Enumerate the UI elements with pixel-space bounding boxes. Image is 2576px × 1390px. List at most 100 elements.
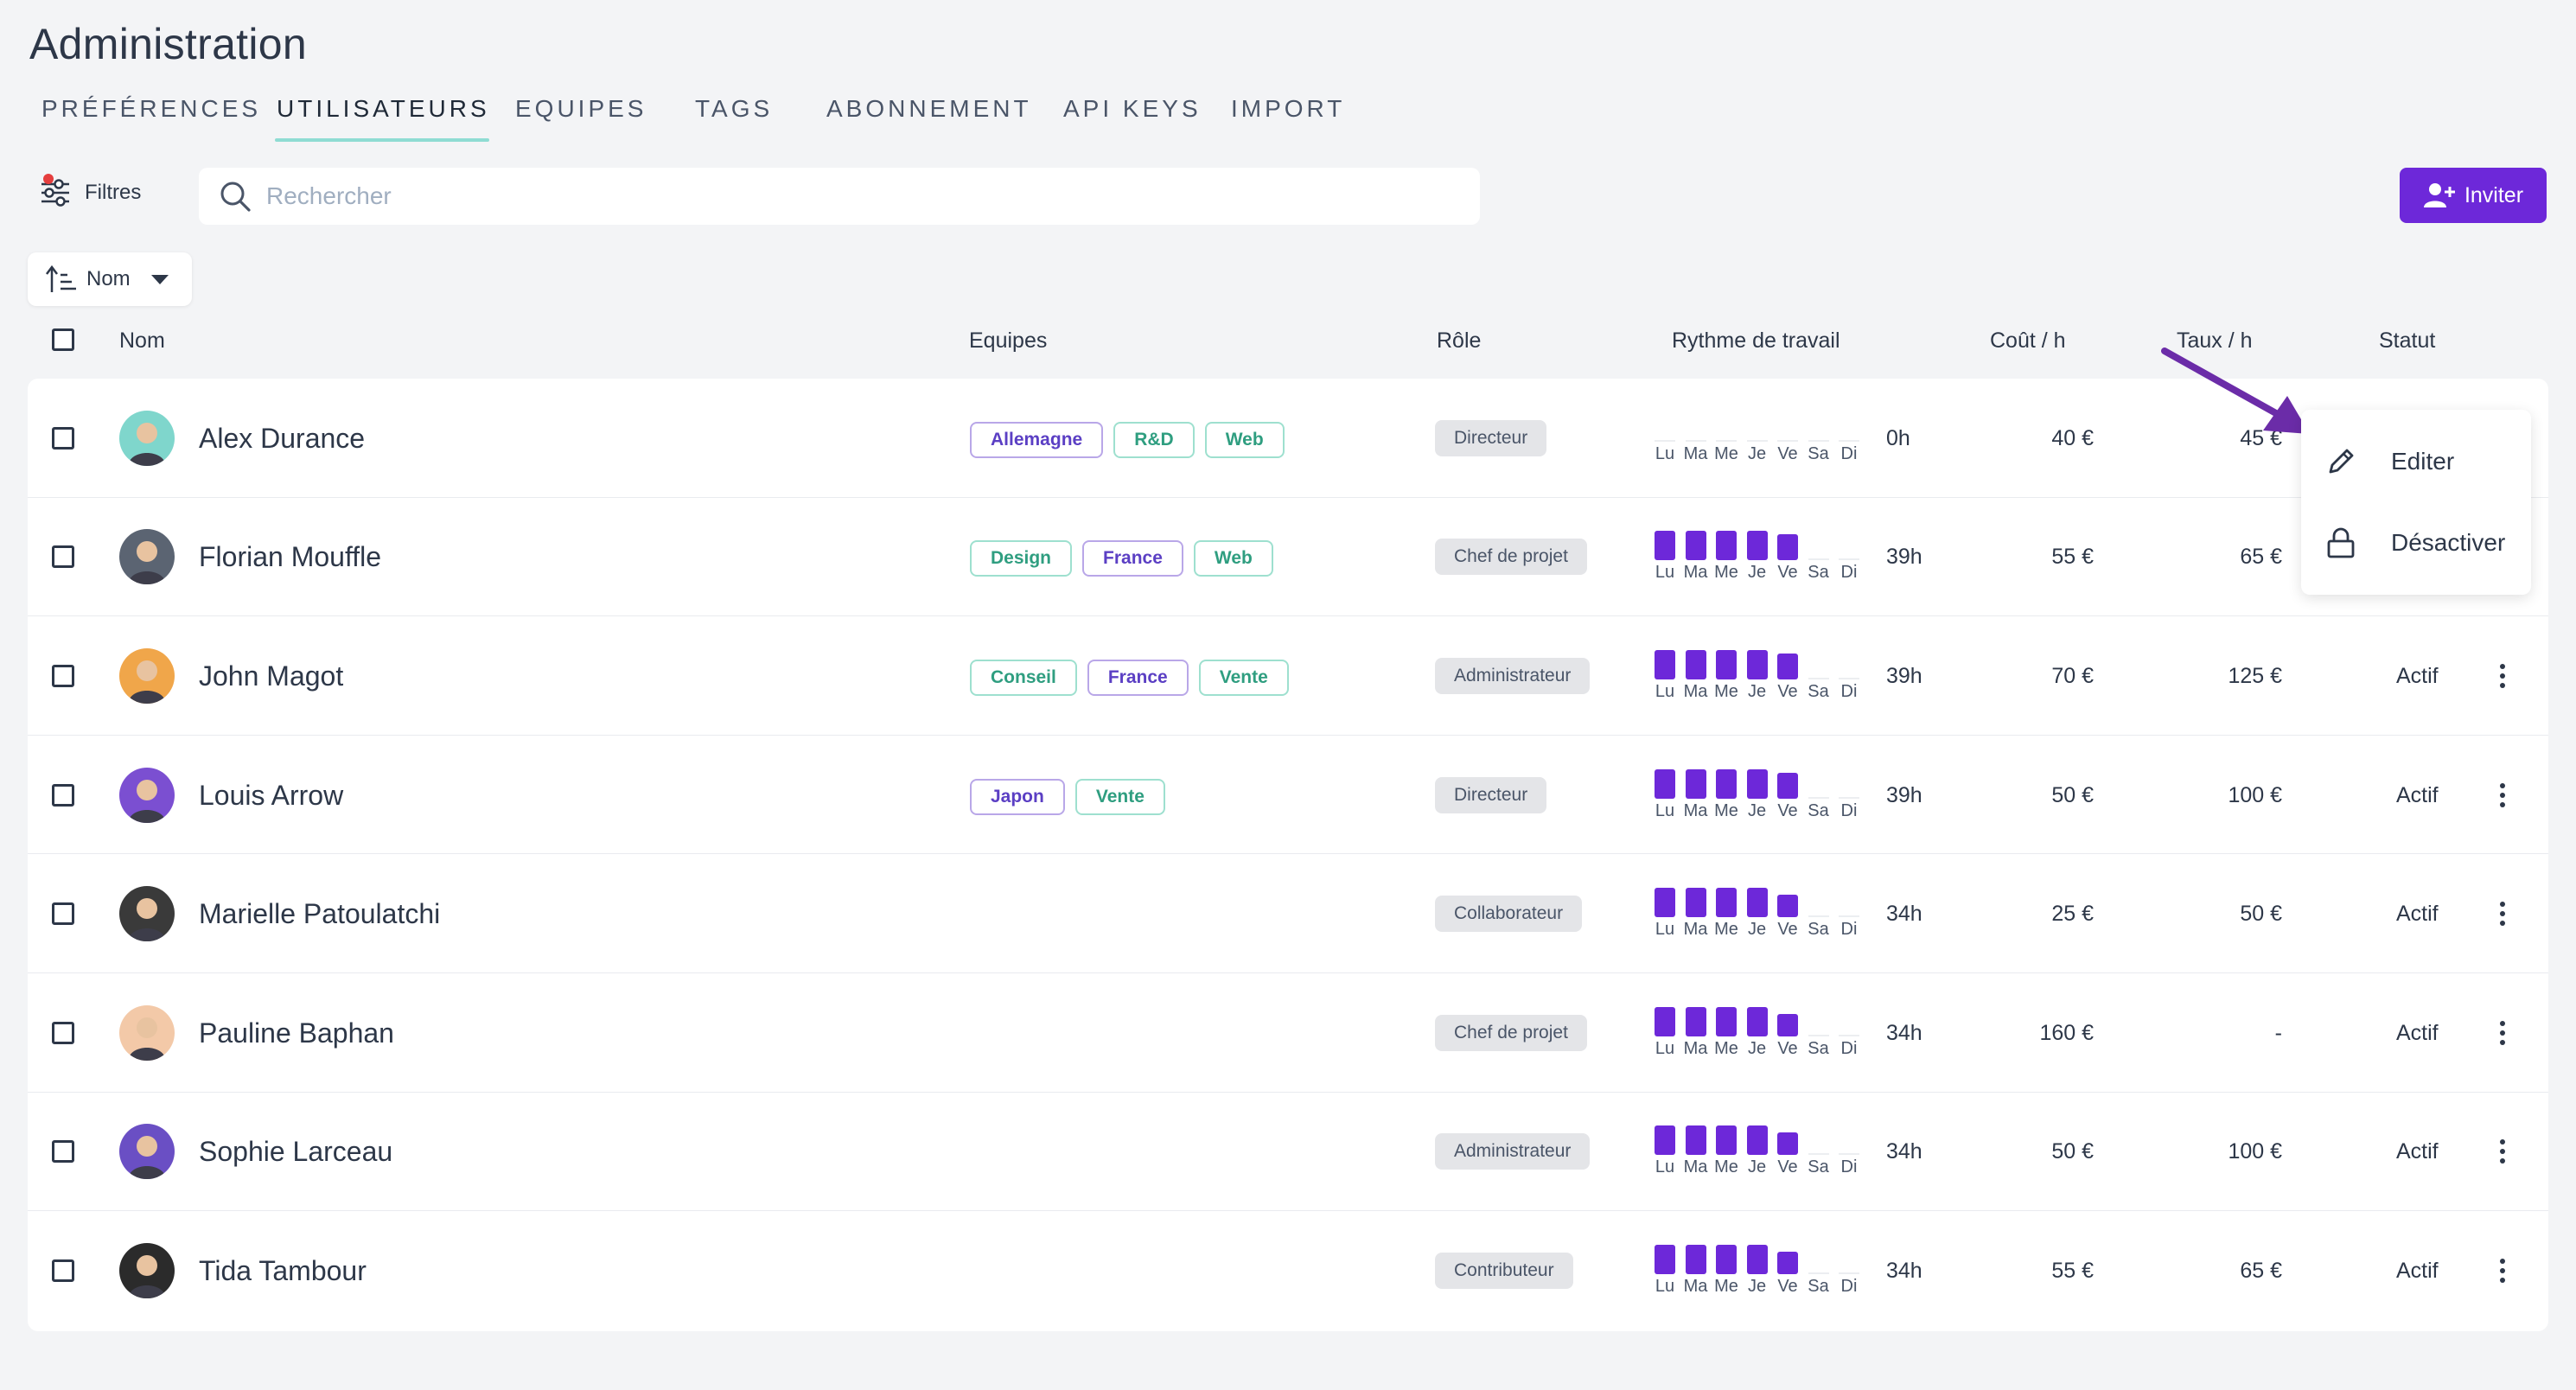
rhythm-bar [1808, 1272, 1829, 1274]
user-name[interactable]: Louis Arrow [199, 780, 343, 812]
row-checkbox[interactable] [52, 902, 74, 926]
row-checkbox[interactable] [52, 1021, 74, 1044]
rhythm-day-label: Je [1747, 1276, 1767, 1296]
team-tag[interactable]: Vente [1198, 659, 1289, 696]
user-name[interactable]: Alex Durance [199, 423, 365, 455]
role-badge: Chef de projet [1435, 1014, 1587, 1051]
row-checkbox[interactable] [52, 1140, 74, 1164]
team-tag[interactable]: France [1082, 540, 1183, 577]
more-options-icon[interactable] [2490, 1253, 2515, 1288]
tab-preferences[interactable]: PRÉFÉRENCES [41, 95, 261, 123]
active-tab-indicator [275, 138, 489, 142]
rhythm-day-label: Ve [1777, 920, 1798, 940]
table-row: Sophie Larceau Administrateur Lu Ma Me Je Ve Sa… [28, 1093, 2548, 1212]
rhythm-bar [1839, 796, 1859, 799]
more-options-icon[interactable] [2490, 1134, 2515, 1169]
select-all-checkbox[interactable] [52, 328, 74, 351]
tab-utilisateurs[interactable]: UTILISATEURS [277, 95, 490, 123]
invite-button[interactable]: Inviter [2400, 168, 2547, 223]
row-checkbox[interactable] [52, 783, 74, 807]
team-tag[interactable]: Design [970, 540, 1073, 577]
rhythm-bar [1777, 1132, 1798, 1156]
header-name[interactable]: Nom [119, 328, 165, 354]
rhythm-bar [1777, 653, 1798, 679]
rhythm-bar [1685, 1244, 1706, 1274]
rhythm-bar [1746, 531, 1768, 561]
user-name[interactable]: John Magot [199, 660, 343, 692]
header-rhythm[interactable]: Rythme de travail [1672, 328, 1840, 354]
tab-api-keys[interactable]: API KEYS [1063, 95, 1202, 123]
rhythm-bar [1685, 649, 1706, 679]
team-tag[interactable]: Web [1193, 540, 1273, 577]
team-tag[interactable]: Vente [1074, 778, 1165, 815]
hourly-rate: 65 € [2240, 1258, 2282, 1283]
team-tag[interactable]: R&D [1113, 421, 1195, 458]
hourly-rate: 100 € [2228, 782, 2282, 807]
team-tags: Conseil France Vente [970, 659, 1289, 696]
team-tags: Japon Vente [970, 778, 1165, 815]
hourly-cost: 50 € [2051, 782, 2094, 807]
team-tag[interactable]: France [1087, 659, 1189, 696]
rhythm-day-label: Ve [1777, 1038, 1798, 1058]
rhythm-bar [1685, 1006, 1706, 1036]
team-tag[interactable]: Conseil [970, 659, 1077, 696]
header-cost[interactable]: Coût / h [1990, 328, 2066, 354]
more-options-icon[interactable] [2490, 778, 2515, 813]
search-icon [218, 179, 252, 214]
sort-dropdown[interactable]: Nom [28, 252, 192, 306]
rhythm-day-label: Di [1840, 563, 1858, 583]
row-checkbox[interactable] [52, 545, 74, 569]
header-status[interactable]: Statut [2379, 328, 2435, 354]
tab-import[interactable]: IMPORT [1231, 95, 1345, 123]
rhythm-day-label: Ve [1777, 681, 1798, 701]
rhythm-bar [1808, 915, 1829, 918]
weekly-hours: 34h [1886, 1258, 1922, 1283]
deactivate-menu-item[interactable]: Désactiver [2301, 508, 2531, 577]
filters-button[interactable]: Filtres [38, 171, 141, 214]
role-badge: Directeur [1435, 419, 1547, 456]
rhythm-bar [1777, 1251, 1798, 1274]
hourly-cost: 70 € [2051, 663, 2094, 688]
search-input[interactable] [265, 182, 1461, 211]
rhythm-bar [1746, 1006, 1768, 1036]
team-tag[interactable]: Japon [970, 778, 1065, 815]
rhythm-bar [1655, 649, 1675, 679]
row-checkbox[interactable] [52, 664, 74, 687]
user-name[interactable]: Sophie Larceau [199, 1136, 392, 1168]
tab-equipes[interactable]: EQUIPES [515, 95, 647, 123]
more-options-icon[interactable] [2490, 896, 2515, 931]
more-options-icon[interactable] [2490, 659, 2515, 693]
rhythm-bar [1716, 1006, 1737, 1036]
filters-label: Filtres [85, 181, 142, 204]
more-options-icon[interactable] [2490, 1016, 2515, 1050]
table-row: Florian Mouffle Design France Web Chef de pr… [28, 498, 2548, 617]
sort-ascending-icon [45, 265, 78, 294]
team-tags: Allemagne R&D Web [970, 421, 1285, 458]
rhythm-bar [1746, 768, 1768, 799]
chevron-down-icon [150, 274, 169, 284]
tab-abonnement[interactable]: ABONNEMENT [826, 95, 1032, 123]
user-name[interactable]: Tida Tambour [199, 1255, 367, 1287]
team-tag[interactable]: Web [1204, 421, 1285, 458]
rhythm-day-label: Sa [1808, 563, 1829, 583]
status-text: Actif [2396, 1139, 2439, 1164]
rhythm-day-label: Ma [1683, 800, 1708, 820]
role-badge: Chef de projet [1435, 539, 1587, 576]
rhythm-day-label: Lu [1655, 800, 1675, 820]
rhythm-day-label: Sa [1808, 1157, 1829, 1177]
row-checkbox[interactable] [52, 426, 74, 450]
team-tag[interactable]: Allemagne [970, 421, 1104, 458]
row-checkbox[interactable] [52, 1259, 74, 1282]
hourly-rate: 125 € [2228, 663, 2282, 688]
tab-tags[interactable]: TAGS [695, 95, 773, 123]
avatar [119, 767, 175, 823]
rhythm-bar [1777, 439, 1798, 442]
user-name[interactable]: Florian Mouffle [199, 541, 381, 573]
header-teams[interactable]: Equipes [969, 328, 1047, 354]
header-role[interactable]: Rôle [1437, 328, 1481, 354]
rhythm-bar [1746, 439, 1768, 442]
hourly-cost: 40 € [2051, 425, 2094, 450]
user-name[interactable]: Marielle Patoulatchi [199, 898, 440, 930]
user-name[interactable]: Pauline Baphan [199, 1017, 394, 1049]
edit-menu-item[interactable]: Editer [2301, 427, 2531, 496]
